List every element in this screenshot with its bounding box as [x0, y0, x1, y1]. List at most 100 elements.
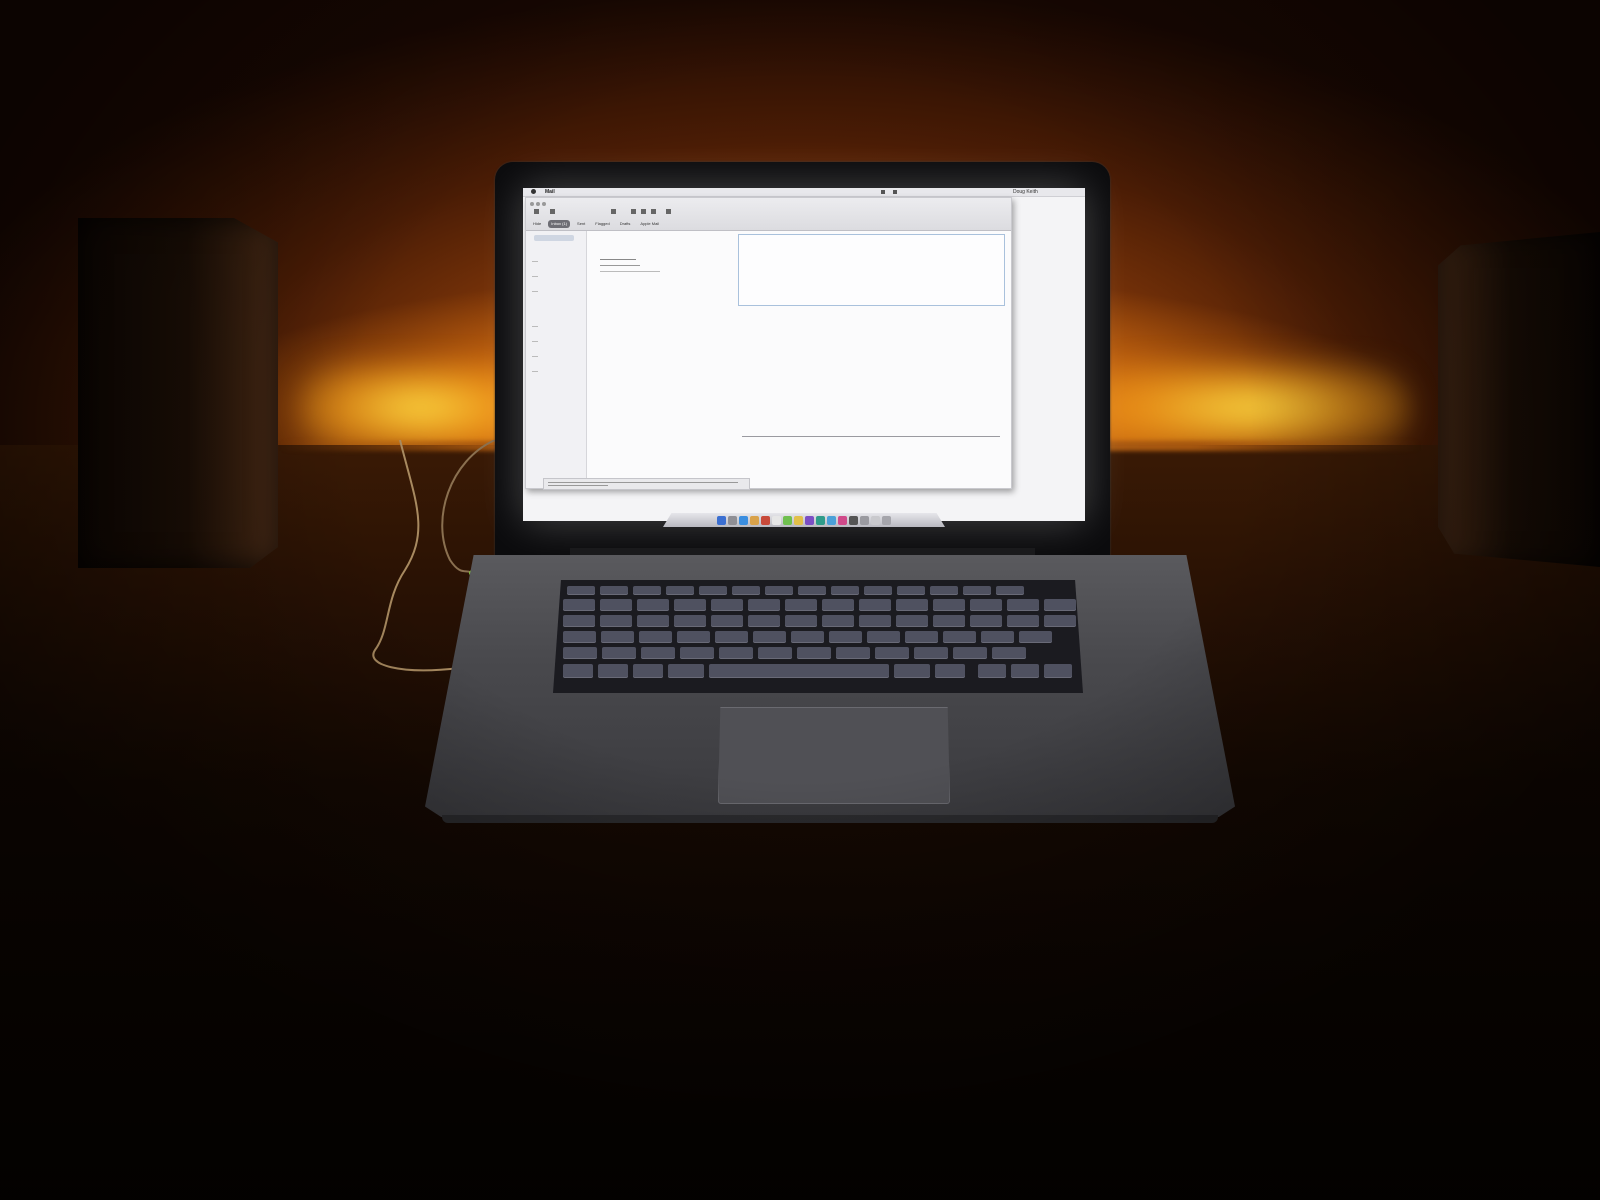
keyboard-key[interactable] — [836, 647, 870, 659]
keyboard-key[interactable] — [602, 647, 636, 659]
keyboard-key[interactable] — [637, 615, 669, 627]
keyboard-key[interactable] — [711, 615, 743, 627]
keyboard-key[interactable] — [798, 586, 826, 595]
keyboard-key[interactable] — [563, 664, 593, 678]
favorite-drafts[interactable]: Drafts — [617, 220, 634, 228]
keyboard-key[interactable] — [859, 599, 891, 611]
itunes-icon[interactable] — [805, 515, 814, 525]
keyboard-key[interactable] — [970, 599, 1002, 611]
keyboard-key[interactable] — [831, 586, 859, 595]
keyboard-key[interactable] — [641, 647, 675, 659]
zoom-button[interactable] — [542, 202, 546, 206]
keyboard-key[interactable] — [1007, 599, 1039, 611]
trash-icon[interactable] — [882, 515, 891, 525]
photos-icon[interactable] — [838, 515, 847, 525]
keyboard-key[interactable] — [996, 586, 1024, 595]
keyboard-key[interactable] — [978, 664, 1006, 678]
menu-app-name[interactable]: Mail — [545, 188, 555, 196]
list-item[interactable] — [532, 261, 538, 262]
keyboard-key[interactable] — [1011, 664, 1039, 678]
keyboard-key[interactable] — [680, 647, 714, 659]
trackpad[interactable] — [718, 707, 950, 804]
favorite-apple-mail[interactable]: Apple Mail — [637, 220, 662, 228]
delete-icon[interactable] — [611, 209, 616, 214]
keyboard-key[interactable] — [748, 599, 780, 611]
list-item[interactable] — [532, 341, 538, 342]
keyboard-key[interactable] — [930, 586, 958, 595]
terminal-icon[interactable] — [849, 515, 858, 525]
keyboard-key[interactable] — [829, 631, 862, 643]
menu-user-name[interactable]: Doug Keith — [1013, 188, 1038, 196]
keyboard-key[interactable] — [822, 599, 854, 611]
flag-icon[interactable] — [666, 209, 671, 214]
keyboard-key[interactable] — [933, 615, 965, 627]
keyboard-key[interactable] — [963, 586, 991, 595]
keyboard-key[interactable] — [943, 631, 976, 643]
keyboard-key[interactable] — [897, 586, 925, 595]
keyboard-key[interactable] — [601, 631, 634, 643]
favorite-hide[interactable]: Hide — [530, 220, 544, 228]
keyboard-key[interactable] — [758, 647, 792, 659]
keyboard-key[interactable] — [748, 615, 780, 627]
safari-icon[interactable] — [739, 515, 748, 525]
keyboard-key[interactable] — [822, 615, 854, 627]
keyboard-key[interactable] — [1044, 615, 1076, 627]
keyboard-key[interactable] — [666, 586, 694, 595]
keyboard-key[interactable] — [791, 631, 824, 643]
keyboard-key[interactable] — [600, 615, 632, 627]
keyboard-key[interactable] — [797, 647, 831, 659]
apple-icon[interactable] — [531, 189, 536, 194]
messages-icon[interactable] — [783, 515, 792, 525]
favorite-flagged[interactable]: Flagged — [592, 220, 612, 228]
keyboard-key[interactable] — [674, 599, 706, 611]
close-button[interactable] — [530, 202, 534, 206]
keyboard-key[interactable] — [732, 586, 760, 595]
keyboard-key[interactable] — [563, 599, 595, 611]
keyboard-key[interactable] — [1019, 631, 1052, 643]
keyboard-key[interactable] — [970, 615, 1002, 627]
keyboard-key[interactable] — [753, 631, 786, 643]
keyboard-key[interactable] — [765, 586, 793, 595]
keyboard-key[interactable] — [637, 599, 669, 611]
keyboard-key[interactable] — [785, 615, 817, 627]
keyboard-key[interactable] — [633, 664, 663, 678]
keyboard-key[interactable] — [864, 586, 892, 595]
list-item[interactable] — [532, 276, 538, 277]
keyboard-key[interactable] — [981, 631, 1014, 643]
list-item[interactable] — [532, 371, 538, 372]
keyboard-key[interactable] — [905, 631, 938, 643]
keyboard-key[interactable] — [711, 599, 743, 611]
favorite-inbox[interactable]: Inbox (1) — [548, 220, 571, 228]
keyboard-key[interactable] — [598, 664, 628, 678]
facetime-icon[interactable] — [816, 515, 825, 525]
keyboard-key[interactable] — [953, 647, 987, 659]
finder-icon[interactable] — [717, 515, 726, 525]
forward-icon[interactable] — [651, 209, 656, 214]
keyboard-key[interactable] — [563, 631, 596, 643]
status-icon[interactable] — [881, 190, 885, 194]
keyboard-key[interactable] — [567, 586, 595, 595]
keyboard-key[interactable] — [785, 599, 817, 611]
keyboard-key[interactable] — [896, 599, 928, 611]
launchpad-icon[interactable] — [728, 515, 737, 525]
keyboard-key[interactable] — [914, 647, 948, 659]
keyboard-key[interactable] — [600, 599, 632, 611]
favorite-sent[interactable]: Sent — [574, 220, 588, 228]
keyboard-key[interactable] — [896, 615, 928, 627]
keyboard-key[interactable] — [668, 664, 704, 678]
message-list[interactable] — [526, 231, 587, 488]
status-icon[interactable] — [893, 190, 897, 194]
keyboard-key[interactable] — [867, 631, 900, 643]
keyboard-key[interactable] — [633, 586, 661, 595]
sort-header[interactable] — [534, 235, 574, 241]
mail-icon[interactable] — [750, 515, 759, 525]
keyboard-key[interactable] — [1044, 664, 1072, 678]
system-preferences-icon[interactable] — [860, 515, 869, 525]
calendar-icon[interactable] — [772, 515, 781, 525]
keyboard-key[interactable] — [875, 647, 909, 659]
keyboard-key[interactable] — [719, 647, 753, 659]
keyboard-key[interactable] — [894, 664, 930, 678]
keyboard-key[interactable] — [1007, 615, 1039, 627]
keyboard-key[interactable] — [563, 615, 595, 627]
app-store-icon[interactable] — [827, 515, 836, 525]
